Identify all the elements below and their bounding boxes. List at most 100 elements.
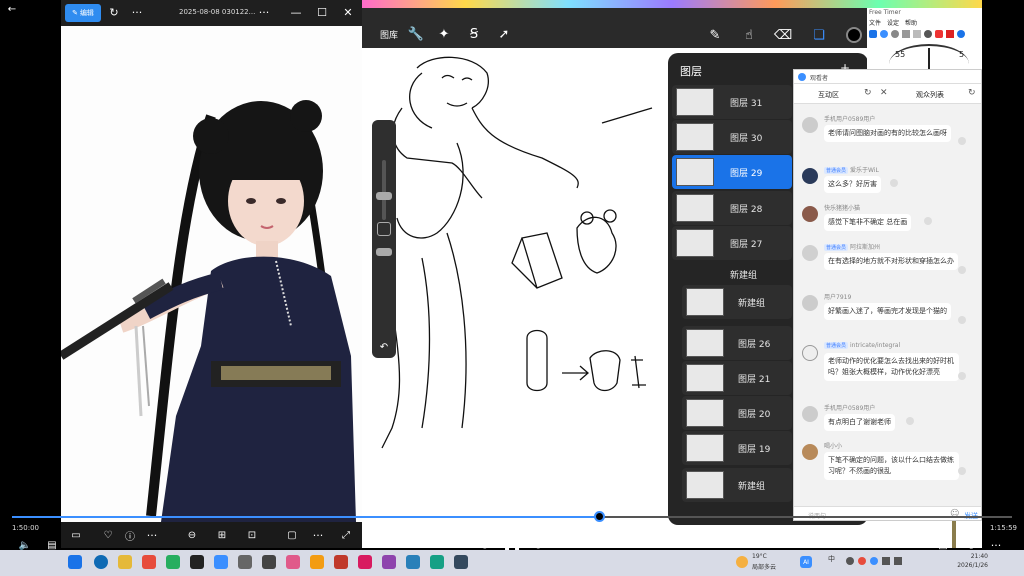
new-group-header[interactable]: 新建组 [730, 268, 757, 281]
smudge-icon[interactable]: ☝ [740, 26, 758, 44]
ai-icon[interactable]: AI [800, 556, 812, 568]
wifi-icon[interactable] [882, 557, 890, 565]
layer-thumbnail [676, 194, 714, 222]
member-badge: 普通会员 [824, 342, 849, 349]
tab-interaction[interactable]: 互动区 [818, 90, 839, 100]
speaker-icon[interactable] [894, 557, 902, 565]
settings-dot-icon[interactable] [957, 30, 965, 38]
minimize-button[interactable]: — [289, 5, 303, 19]
start-icon[interactable] [68, 555, 82, 569]
layer-item[interactable]: 图层 31 [672, 85, 792, 119]
chat-window-title: 观看者 [810, 75, 829, 82]
layer-item[interactable]: 图层 28 [672, 191, 792, 225]
size-slider[interactable] [382, 160, 386, 220]
like-icon[interactable] [958, 316, 966, 324]
like-icon[interactable] [924, 217, 932, 225]
more-button[interactable]: ··· [129, 5, 145, 19]
photo-image [61, 26, 362, 522]
app-icon-4[interactable] [214, 555, 228, 569]
globe-icon[interactable] [880, 30, 888, 38]
alarm-icon[interactable] [935, 30, 943, 38]
app-icon-7[interactable] [286, 555, 300, 569]
app-icon-11[interactable] [382, 555, 396, 569]
size-slider-knob[interactable] [376, 192, 392, 200]
refresh2-icon[interactable]: ↻ [968, 88, 976, 98]
group-layer-item[interactable]: 图层 20 [682, 396, 792, 430]
seek-bar-progress [12, 516, 599, 518]
like-icon[interactable] [958, 467, 966, 475]
close-icon[interactable]: ✕ [880, 88, 888, 98]
app-icon-3[interactable] [190, 555, 204, 569]
app-icon-10[interactable] [358, 555, 372, 569]
app-icon-6[interactable] [262, 555, 276, 569]
group-layer-item[interactable]: 图层 26 [682, 326, 792, 360]
wrench-icon[interactable]: 🔧 [408, 26, 424, 42]
tool-icon[interactable] [869, 30, 877, 38]
tray-icon[interactable] [870, 557, 878, 565]
refresh-icon[interactable]: ↻ [864, 88, 872, 98]
group-layer-item[interactable]: 新建组 [682, 468, 792, 502]
menu-settings[interactable]: 设定 [887, 18, 899, 27]
tray-icon[interactable] [858, 557, 866, 565]
menu-file[interactable]: 文件 [869, 18, 881, 27]
weather-icon[interactable] [736, 556, 748, 568]
layer-item[interactable]: 图层 30 [672, 120, 792, 154]
arrow-left-icon[interactable]: ← [4, 2, 20, 16]
menu-help[interactable]: 帮助 [905, 18, 917, 27]
layer-thumbnail [686, 434, 724, 462]
app-icon-1[interactable] [142, 555, 156, 569]
transform-icon[interactable]: ➚ [496, 26, 512, 42]
layer-thumbnail [686, 399, 724, 427]
selection-icon[interactable]: Ꞩ [466, 26, 482, 42]
group-layer-item[interactable]: 图层 21 [682, 361, 792, 395]
app-icon-2[interactable] [166, 555, 180, 569]
layer-item[interactable]: 图层 27 [672, 226, 792, 260]
magic-wand-icon[interactable]: ✦ [436, 26, 452, 42]
tray-icon[interactable] [846, 557, 854, 565]
heart-fill-icon[interactable] [946, 30, 954, 38]
app-icon-13[interactable] [430, 555, 444, 569]
contrast-icon[interactable] [891, 30, 899, 38]
maximize-button[interactable]: ☐ [315, 5, 329, 19]
tab-audience[interactable]: 观众列表 [916, 90, 944, 100]
clock-date[interactable]: 2026/1/26 [950, 562, 988, 569]
color-swatch[interactable] [846, 27, 862, 43]
layers-icon[interactable]: ❏ [810, 26, 828, 44]
rotate-icon[interactable]: ↻ [107, 5, 121, 19]
like-icon[interactable] [958, 372, 966, 380]
explorer-icon[interactable] [118, 555, 132, 569]
tray-icons [846, 557, 906, 567]
app-icon-14[interactable] [454, 555, 468, 569]
layer-thumbnail [676, 229, 714, 257]
like-icon[interactable] [958, 266, 966, 274]
chat-username: 阿拉斯加州 [850, 244, 881, 251]
target-icon[interactable] [924, 30, 932, 38]
group-layer-item[interactable]: 图层 19 [682, 431, 792, 465]
ime-indicator[interactable]: 中 [828, 554, 835, 564]
app-icon-8[interactable] [310, 555, 324, 569]
layer-item-selected[interactable]: 图层 29 [672, 155, 792, 189]
weather-temp: 19°C [752, 553, 767, 560]
undo-icon[interactable]: ↶ [377, 340, 391, 354]
edit-button[interactable]: ✎ 编辑 [65, 4, 101, 22]
eraser-icon[interactable]: ⌫ [774, 26, 792, 44]
layer-label: 新建组 [738, 481, 766, 492]
clock-time[interactable]: 21:40 [956, 553, 988, 560]
photo-viewer-window: ✎ 编辑 ↻ ··· 2025-08-08 030122... ··· — ☐ ✕ [61, 0, 362, 548]
opacity-slider-knob[interactable] [376, 248, 392, 256]
app-icon-12[interactable] [406, 555, 420, 569]
pin-icon[interactable] [913, 30, 921, 38]
close-button[interactable]: ✕ [341, 5, 355, 19]
app-icon-5[interactable] [238, 555, 252, 569]
group-layer-item[interactable]: 新建组 [682, 285, 792, 319]
more2-button[interactable]: ··· [256, 5, 272, 19]
like-icon[interactable] [890, 179, 898, 187]
gallery-button[interactable]: 图库 [380, 28, 398, 41]
expand-icon[interactable] [902, 30, 910, 38]
like-icon[interactable] [906, 417, 914, 425]
like-icon[interactable] [958, 137, 966, 145]
edge-icon[interactable] [94, 555, 108, 569]
modify-button[interactable] [377, 222, 391, 236]
app-icon-9[interactable] [334, 555, 348, 569]
brush-icon[interactable]: ✎ [706, 26, 724, 44]
